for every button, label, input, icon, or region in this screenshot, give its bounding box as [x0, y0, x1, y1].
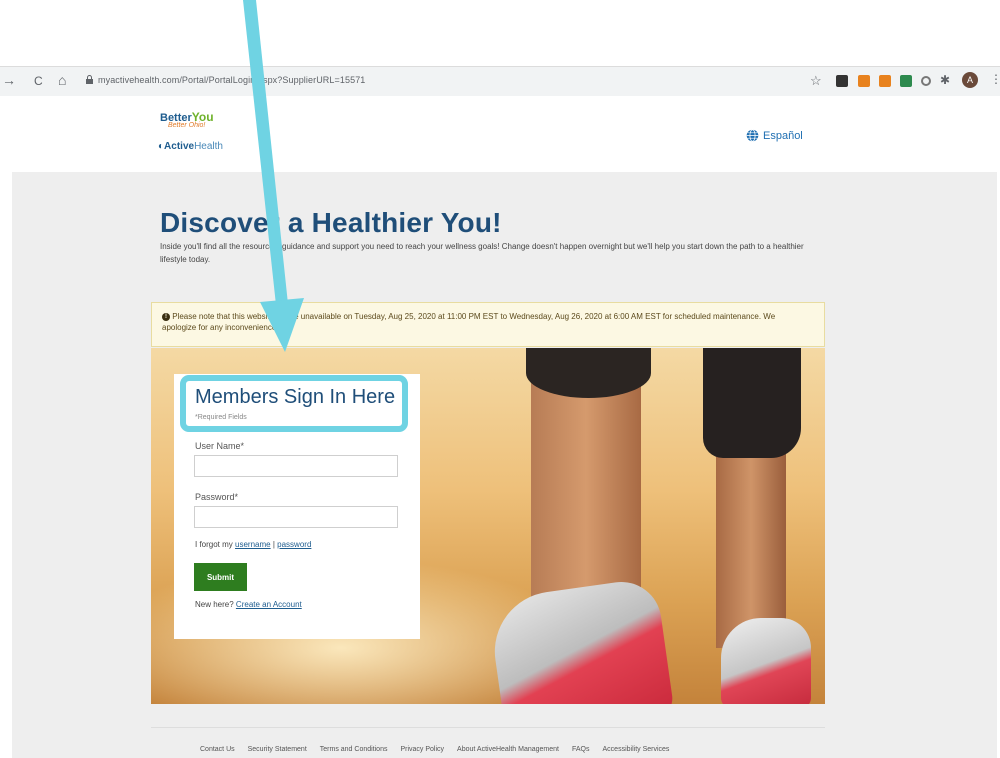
url-bar[interactable]: myactivehealth.com/Portal/PortalLogin.as…: [98, 75, 365, 85]
extensions-puzzle-icon[interactable]: ✱: [940, 73, 950, 87]
running-shoe-right: [721, 618, 811, 704]
lock-icon: [86, 75, 93, 84]
runner-shorts-left: [526, 348, 651, 398]
browser-menu-icon[interactable]: ⋮: [990, 72, 1000, 86]
profile-avatar[interactable]: A: [962, 72, 978, 88]
language-link[interactable]: Español: [746, 129, 803, 142]
info-icon: !: [162, 313, 170, 321]
forgot-password-link[interactable]: password: [277, 540, 311, 549]
runner-shorts-right: [703, 348, 801, 458]
back-icon[interactable]: →: [2, 72, 16, 88]
username-input[interactable]: [194, 455, 398, 477]
forgot-separator: |: [272, 540, 275, 549]
reload-icon[interactable]: C: [34, 74, 43, 88]
password-label: Password*: [195, 492, 239, 502]
page-title: Discover a Healthier You!: [160, 207, 502, 238]
intro-text: Inside you'll find all the resources, gu…: [160, 242, 804, 264]
footer-link-about[interactable]: About ActiveHealth Management: [457, 746, 559, 753]
extension-green-icon[interactable]: [900, 75, 912, 87]
username-label: User Name*: [195, 441, 245, 451]
site-header: BetterYou Better Ohio! ◐ActiveHealth Esp…: [0, 96, 1000, 172]
forgot-credentials: I forgot my username | password: [195, 540, 311, 549]
footer-link-faqs[interactable]: FAQs: [572, 746, 590, 753]
extension-orange-2-icon[interactable]: [879, 75, 891, 87]
forgot-username-link[interactable]: username: [235, 540, 271, 549]
extension-orange-icon[interactable]: [858, 75, 870, 87]
create-prefix: New here?: [195, 600, 234, 609]
footer-link-security[interactable]: Security Statement: [248, 746, 307, 753]
footer-divider: [151, 727, 825, 728]
logo-health-text: Health: [194, 141, 223, 152]
home-icon[interactable]: ⌂: [58, 72, 66, 88]
annotation-highlight-box: [180, 375, 408, 432]
notice-text: Please note that this website will be un…: [162, 312, 776, 332]
activehealth-logo[interactable]: ◐ActiveHealth: [158, 141, 223, 152]
footer-links: Contact Us Security Statement Terms and …: [200, 746, 669, 753]
create-account-link[interactable]: Create an Account: [236, 600, 302, 609]
maintenance-notice: ! Please note that this website will be …: [151, 302, 825, 347]
extension-pdf-icon[interactable]: [836, 75, 848, 87]
logo-active-text: Active: [164, 141, 195, 152]
footer-link-accessibility[interactable]: Accessibility Services: [603, 746, 670, 753]
extension-circle-icon[interactable]: [921, 76, 931, 86]
language-label: Español: [763, 129, 803, 142]
globe-icon: [746, 129, 759, 142]
footer-link-privacy[interactable]: Privacy Policy: [400, 746, 444, 753]
password-input[interactable]: [194, 506, 398, 528]
forgot-prefix: I forgot my: [195, 540, 233, 549]
browser-toolbar: → C ⌂ myactivehealth.com/Portal/PortalLo…: [0, 66, 1000, 96]
bookmark-star-icon[interactable]: ☆: [810, 73, 822, 89]
footer-link-terms[interactable]: Terms and Conditions: [320, 746, 388, 753]
logo-tagline: Better Ohio!: [168, 122, 206, 129]
create-account-row: New here? Create an Account: [195, 600, 302, 609]
footer-link-contact[interactable]: Contact Us: [200, 746, 235, 753]
submit-button[interactable]: Submit: [194, 563, 247, 591]
